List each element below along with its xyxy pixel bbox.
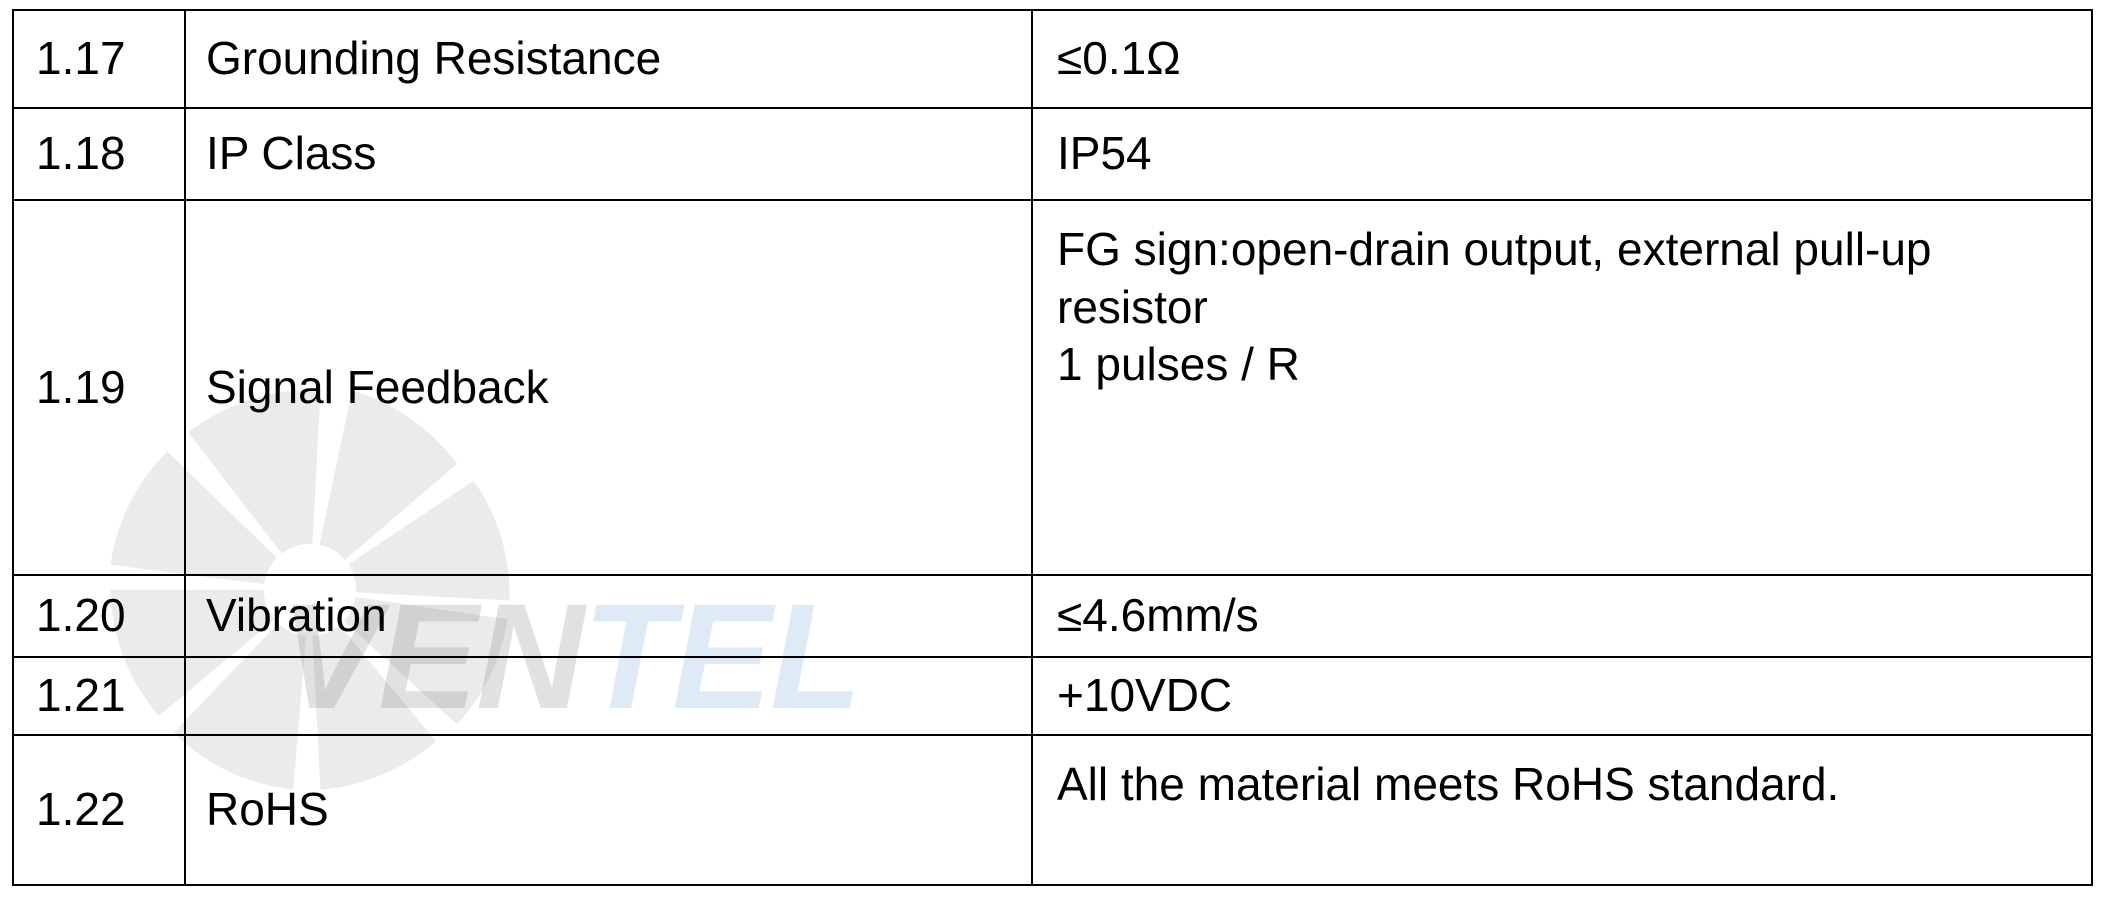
spec-name: RoHS: [184, 734, 1033, 886]
table-row: 1.20 Vibration ≤4.6mm/s: [12, 574, 2093, 658]
table-row: 1.21 +10VDC: [12, 656, 2093, 736]
row-number: 1.19: [12, 199, 186, 576]
spec-value: FG sign:open-drain output, external pull…: [1031, 199, 2093, 576]
row-number: 1.22: [12, 734, 186, 886]
table-row: 1.22 RoHS All the material meets RoHS st…: [12, 734, 2093, 886]
row-number: 1.18: [12, 107, 186, 201]
spec-name: IP Class: [184, 107, 1033, 201]
table-row: 1.19 Signal Feedback FG sign:open-drain …: [12, 199, 2093, 576]
spec-value-line: IP54: [1057, 127, 1152, 180]
spec-value: +10VDC: [1031, 656, 2093, 736]
row-number: 1.20: [12, 574, 186, 658]
spec-value-line: resistor: [1057, 280, 1208, 333]
spec-table: 1.17 Grounding Resistance ≤0.1Ω 1.18 IP …: [12, 9, 2093, 886]
spec-value-line: All the material meets RoHS standard.: [1057, 758, 1840, 810]
spec-name: Vibration: [184, 574, 1033, 658]
spec-value: All the material meets RoHS standard.: [1031, 734, 2093, 886]
table-row: 1.18 IP Class IP54: [12, 107, 2093, 201]
spec-value-line: FG sign:open-drain output, external pull…: [1057, 223, 1932, 275]
spec-value: ≤0.1Ω: [1031, 9, 2093, 109]
spec-name: Signal Feedback: [184, 199, 1033, 576]
spec-name: Grounding Resistance: [184, 9, 1033, 109]
row-number: 1.17: [12, 9, 186, 109]
spec-value-line: 1 pulses / R: [1057, 338, 1300, 390]
spec-value-line: +10VDC: [1057, 669, 1233, 722]
spec-name: [184, 656, 1033, 736]
spec-value: IP54: [1031, 107, 2093, 201]
spec-value-line: ≤0.1Ω: [1057, 32, 1181, 85]
table-row: 1.17 Grounding Resistance ≤0.1Ω: [12, 9, 2093, 109]
spec-value: ≤4.6mm/s: [1031, 574, 2093, 658]
spec-value-line: ≤4.6mm/s: [1057, 589, 1259, 642]
row-number: 1.21: [12, 656, 186, 736]
